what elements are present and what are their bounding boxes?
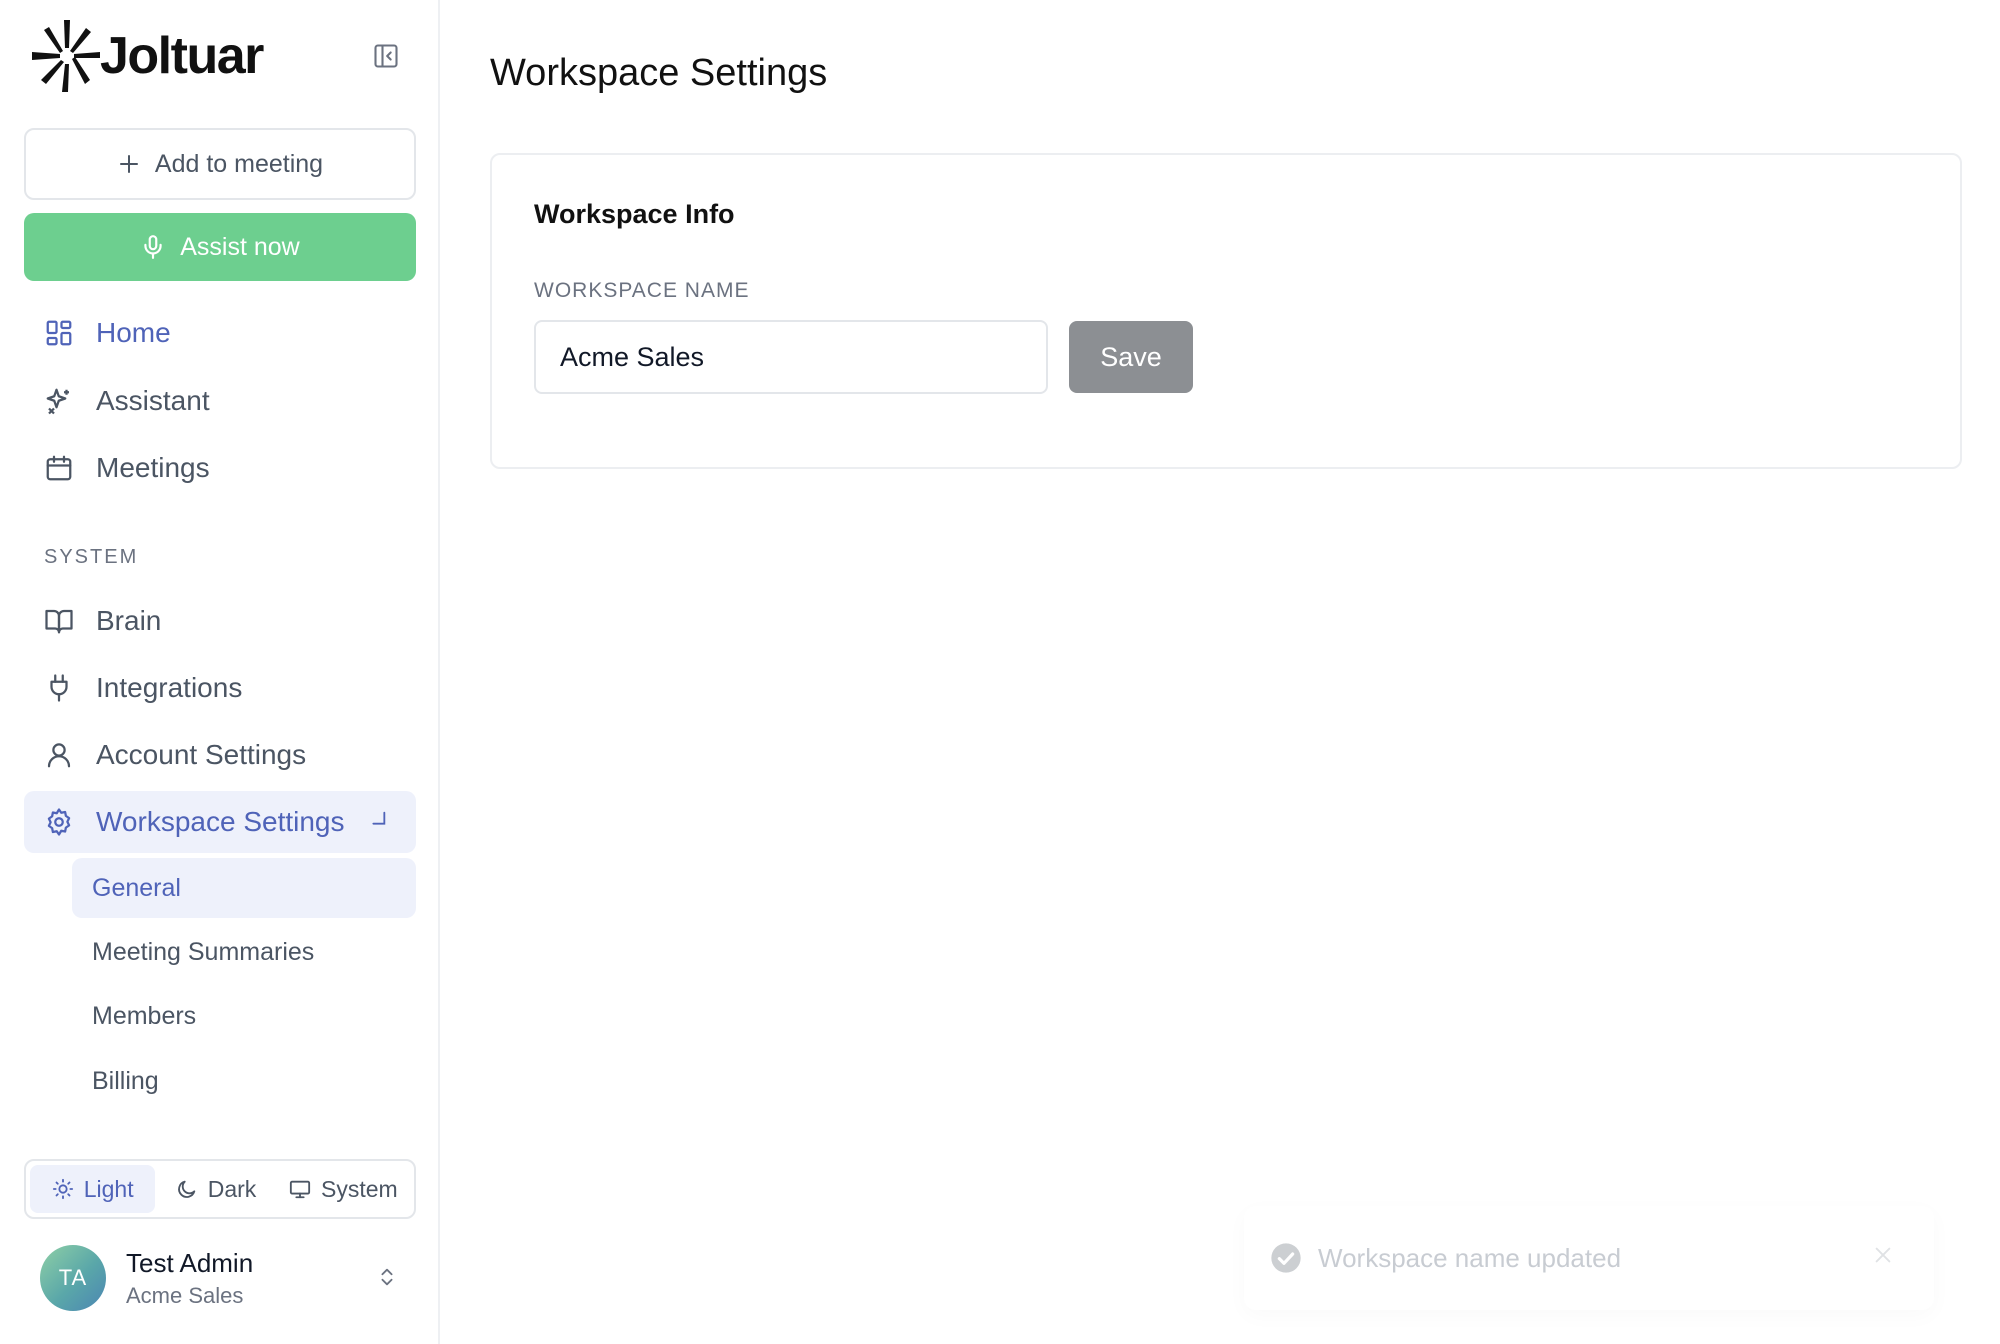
subnav-item-label: Billing <box>92 1066 159 1095</box>
microphone-icon <box>144 235 162 259</box>
page-title: Workspace Settings <box>490 52 828 94</box>
nav-item-label: Assistant <box>96 385 210 416</box>
card-title: Workspace Info <box>534 199 735 229</box>
user-name: Test Admin <box>126 1247 254 1278</box>
sidebar: Joltuar Add to meeting Assist now Home A… <box>0 0 440 1344</box>
subnav-item-label: Meeting Summaries <box>92 937 315 966</box>
nav-item-brain[interactable]: Brain <box>24 590 416 652</box>
theme-option-label: Light <box>83 1175 134 1202</box>
calendar-icon <box>46 455 72 481</box>
user-org: Acme Sales <box>126 1282 244 1308</box>
nav-item-label: Home <box>96 317 171 348</box>
subnav-item-label: Members <box>92 1001 197 1030</box>
chevrons-up-down-icon <box>381 1268 393 1286</box>
theme-option-light[interactable]: Light <box>30 1165 156 1213</box>
subnav-item-members[interactable]: Members <box>72 986 416 1046</box>
nav-item-assistant[interactable]: Assistant <box>24 370 416 432</box>
nav-item-integrations[interactable]: Integrations <box>24 657 416 719</box>
close-icon[interactable] <box>1872 1244 1894 1266</box>
workspace-name-input[interactable] <box>534 320 1048 394</box>
sparkles-icon <box>46 388 69 415</box>
plus-icon <box>119 155 138 173</box>
sun-icon <box>52 1178 73 1200</box>
monitor-icon <box>289 1180 311 1199</box>
collapse-sidebar-button[interactable] <box>370 40 402 72</box>
toast-message: Workspace name updated <box>1318 1242 1622 1273</box>
nav-item-label: Workspace Settings <box>96 806 345 837</box>
user-info: Test Admin Acme Sales <box>126 1248 253 1309</box>
app-root: Joltuar Add to meeting Assist now Home A… <box>0 0 2000 1344</box>
user-menu[interactable]: TA Test Admin Acme Sales <box>24 1236 416 1320</box>
sidebar-collapse-icon <box>374 44 398 68</box>
assist-now-label: Assist now <box>180 232 300 261</box>
subnav-item-general[interactable]: General <box>72 858 416 918</box>
avatar: TA <box>40 1245 106 1311</box>
assist-now-button[interactable]: Assist now <box>24 213 416 281</box>
system-section-label: SYSTEM <box>44 546 139 568</box>
toast-notification: Workspace name updated <box>1244 1206 1934 1310</box>
theme-option-dark[interactable]: Dark <box>155 1165 276 1213</box>
theme-option-label: System <box>321 1175 398 1202</box>
avatar-initials: TA <box>58 1265 88 1290</box>
nav-item-label: Brain <box>96 605 162 636</box>
nav-item-label: Meetings <box>96 452 210 483</box>
add-to-meeting-button[interactable]: Add to meeting <box>24 128 416 200</box>
nav-item-account-settings[interactable]: Account Settings <box>24 724 416 786</box>
brand-mark-icon <box>32 20 100 92</box>
subnav-item-billing[interactable]: Billing <box>72 1051 416 1111</box>
theme-option-system[interactable]: System <box>277 1165 410 1213</box>
workspace-name-label: WORKSPACE NAME <box>534 279 750 302</box>
workspace-info-card: Workspace Info WORKSPACE NAME Save <box>490 153 1962 469</box>
nav-item-label: Account Settings <box>96 739 307 770</box>
save-button[interactable]: Save <box>1069 321 1193 393</box>
brand-logo[interactable]: Joltuar <box>30 18 264 94</box>
theme-switcher: Light Dark System <box>24 1159 416 1219</box>
user-icon <box>47 743 71 768</box>
moon-icon <box>177 1180 195 1198</box>
corner-down-left-icon <box>372 811 386 825</box>
plug-icon <box>50 674 68 702</box>
add-to-meeting-label: Add to meeting <box>154 149 324 178</box>
brand-name: Joltuar <box>100 27 264 85</box>
check-circle-icon <box>1271 1243 1301 1273</box>
theme-option-label: Dark <box>207 1175 257 1202</box>
nav-item-home[interactable]: Home <box>24 302 416 364</box>
nav-item-workspace-settings[interactable]: Workspace Settings <box>24 791 416 853</box>
nav-item-meetings[interactable]: Meetings <box>24 437 416 499</box>
grid-icon <box>46 320 72 346</box>
subnav-item-meeting-summaries[interactable]: Meeting Summaries <box>72 922 416 982</box>
gear-icon <box>47 808 71 836</box>
book-icon <box>45 609 73 634</box>
subnav-item-label: General <box>92 873 181 902</box>
nav-item-label: Integrations <box>96 672 243 703</box>
